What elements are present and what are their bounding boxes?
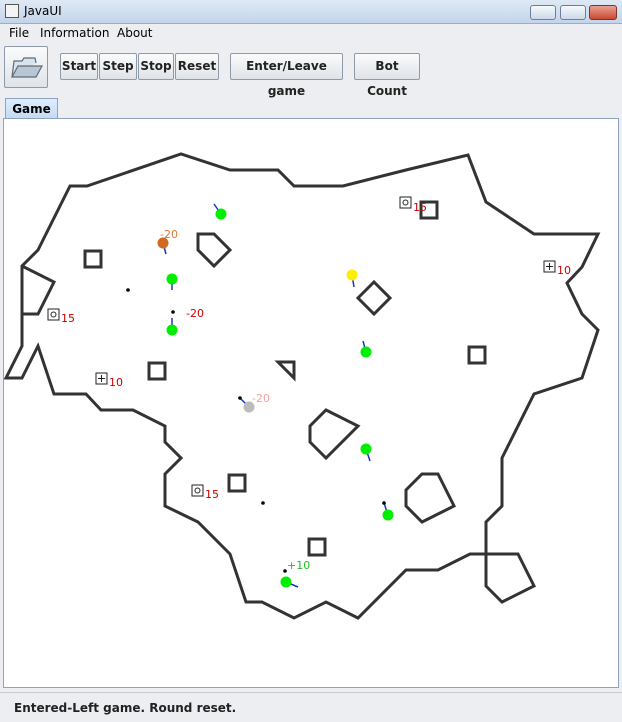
- score-label: 10: [109, 376, 123, 389]
- bot: [280, 576, 292, 588]
- minimize-button[interactable]: [530, 5, 556, 20]
- target-box-icon: [47, 196, 412, 497]
- obstacle-polygon: [404, 472, 457, 524]
- bot-heading-lines: [162, 203, 389, 588]
- toolbar: Start Step Stop Reset Enter/Leave game B…: [0, 44, 622, 98]
- start-button[interactable]: Start: [60, 53, 98, 80]
- score-label: 10: [557, 264, 571, 277]
- bot: [360, 443, 372, 455]
- score-label: +10: [287, 559, 310, 572]
- reset-button[interactable]: Reset: [175, 53, 219, 80]
- menu-file[interactable]: File: [9, 26, 29, 40]
- game-panel: 15 10 -20 -20 15 10 -20 15 +10: [3, 118, 619, 688]
- obstacle-polygon: [308, 408, 361, 461]
- game-canvas[interactable]: 15 10 -20 -20 15 10 -20 15 +10: [4, 119, 618, 687]
- obstacle-square: [227, 473, 247, 493]
- status-text: Entered-Left game. Round reset.: [14, 701, 237, 715]
- open-button[interactable]: [4, 46, 48, 88]
- obstacle-triangle: [274, 360, 296, 382]
- status-bar: Entered-Left game. Round reset.: [0, 692, 622, 722]
- score-label: 15: [61, 312, 75, 325]
- score-label: -20: [160, 228, 178, 241]
- bot: [360, 346, 372, 358]
- close-button[interactable]: [589, 5, 617, 20]
- menu-information[interactable]: Information: [40, 26, 109, 40]
- obstacle-square: [83, 249, 103, 269]
- bot-count-button[interactable]: Bot Count: [354, 53, 420, 98]
- score-label: -20: [186, 307, 204, 320]
- bot: [346, 269, 358, 281]
- score-label: 15: [413, 201, 427, 214]
- arena-boundary: [4, 152, 601, 620]
- score-label: -20: [252, 392, 270, 405]
- stop-button[interactable]: Stop: [138, 53, 174, 80]
- enter-leave-game-button[interactable]: Enter/Leave game: [230, 53, 343, 98]
- bot: [166, 324, 178, 336]
- bot: [166, 273, 178, 285]
- obstacle-square: [467, 345, 487, 365]
- folder-open-icon: [10, 57, 44, 78]
- obstacle-square: [147, 361, 167, 381]
- bot: [382, 509, 394, 521]
- obstacle-diamond: [355, 279, 393, 317]
- title-bar: JavaUI: [0, 0, 622, 24]
- bot: [215, 208, 227, 220]
- tab-game[interactable]: Game: [5, 98, 58, 119]
- menu-about[interactable]: About: [117, 26, 152, 40]
- obstacle-square: [307, 537, 327, 557]
- menu-bar: File Information About: [0, 24, 622, 44]
- step-button[interactable]: Step: [99, 53, 137, 80]
- tab-strip: Game: [0, 92, 622, 119]
- score-label: 15: [205, 488, 219, 501]
- left-wall-notch: [21, 264, 57, 316]
- window-title: JavaUI: [24, 4, 62, 18]
- maximize-button[interactable]: [560, 5, 586, 20]
- obstacle-polygon: [196, 232, 233, 269]
- app-icon: [5, 4, 19, 18]
